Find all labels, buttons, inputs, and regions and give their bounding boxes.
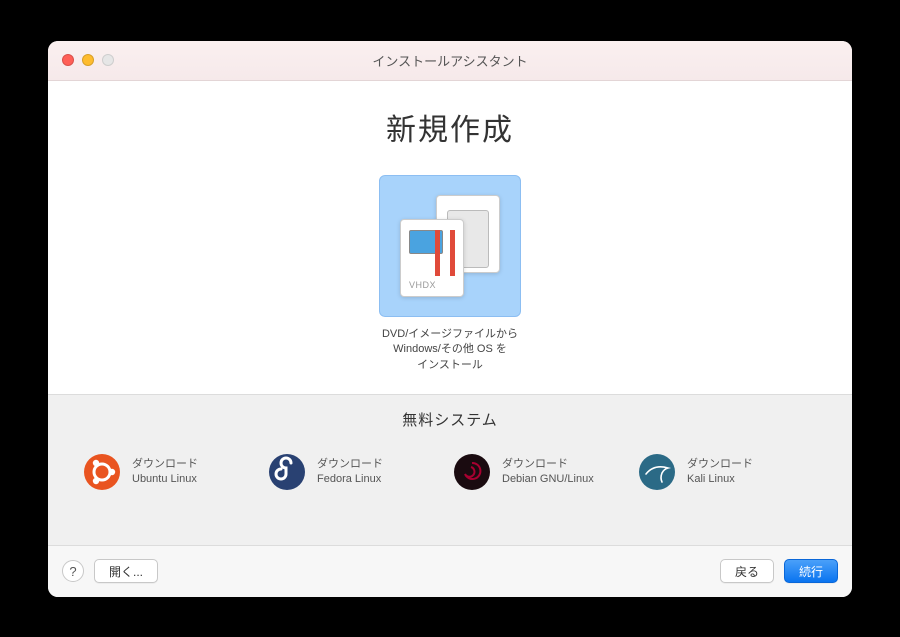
- os-name: Ubuntu Linux: [132, 472, 198, 487]
- back-button[interactable]: 戻る: [720, 559, 774, 583]
- free-systems-grid: ダウンロードUbuntu LinuxダウンロードFedora Linuxダウンロ…: [84, 454, 816, 490]
- vhdx-badge: VHDX: [409, 280, 436, 290]
- free-os-kali[interactable]: ダウンロードKali Linux: [639, 454, 816, 490]
- create-heading: 新規作成: [48, 105, 852, 149]
- free-os-debian[interactable]: ダウンロードDebian GNU/Linux: [454, 454, 631, 490]
- installer-window: インストールアシスタント 新規作成 VHDX: [48, 41, 852, 597]
- install-from-image-caption: DVD/イメージファイルから Windows/その他 OS を インストール: [370, 327, 530, 375]
- continue-button[interactable]: 続行: [784, 559, 838, 583]
- free-os-fedora[interactable]: ダウンロードFedora Linux: [269, 454, 446, 490]
- window-title: インストールアシスタント: [48, 51, 852, 70]
- kali-icon: [639, 454, 675, 490]
- download-label: ダウンロード: [132, 457, 198, 472]
- download-label: ダウンロード: [317, 457, 383, 472]
- footer: ? 開く... 戻る 続行: [48, 545, 852, 597]
- help-button[interactable]: ?: [62, 560, 84, 582]
- install-from-image-option[interactable]: VHDX DVD/イメージファイルから Windows/その他 OS を インス…: [379, 175, 521, 375]
- main-area: 新規作成 VHDX DVD/イメージファイルから Wi: [48, 81, 852, 545]
- os-name: Kali Linux: [687, 472, 753, 487]
- os-name: Debian GNU/Linux: [502, 472, 594, 487]
- create-section: 新規作成 VHDX DVD/イメージファイルから Wi: [48, 81, 852, 395]
- free-os-ubuntu[interactable]: ダウンロードUbuntu Linux: [84, 454, 261, 490]
- zoom-icon[interactable]: [102, 54, 114, 66]
- install-from-image-icon: VHDX: [379, 175, 521, 317]
- minimize-icon[interactable]: [82, 54, 94, 66]
- open-button[interactable]: 開く...: [94, 559, 158, 583]
- os-name: Fedora Linux: [317, 472, 383, 487]
- titlebar: インストールアシスタント: [48, 41, 852, 81]
- free-systems-heading: 無料システム: [84, 409, 816, 430]
- close-icon[interactable]: [62, 54, 74, 66]
- debian-icon: [454, 454, 490, 490]
- download-label: ダウンロード: [502, 457, 594, 472]
- fedora-icon: [269, 454, 305, 490]
- window-controls: [48, 54, 114, 66]
- download-label: ダウンロード: [687, 457, 753, 472]
- ubuntu-icon: [84, 454, 120, 490]
- free-systems-section: 無料システム ダウンロードUbuntu LinuxダウンロードFedora Li…: [48, 394, 852, 544]
